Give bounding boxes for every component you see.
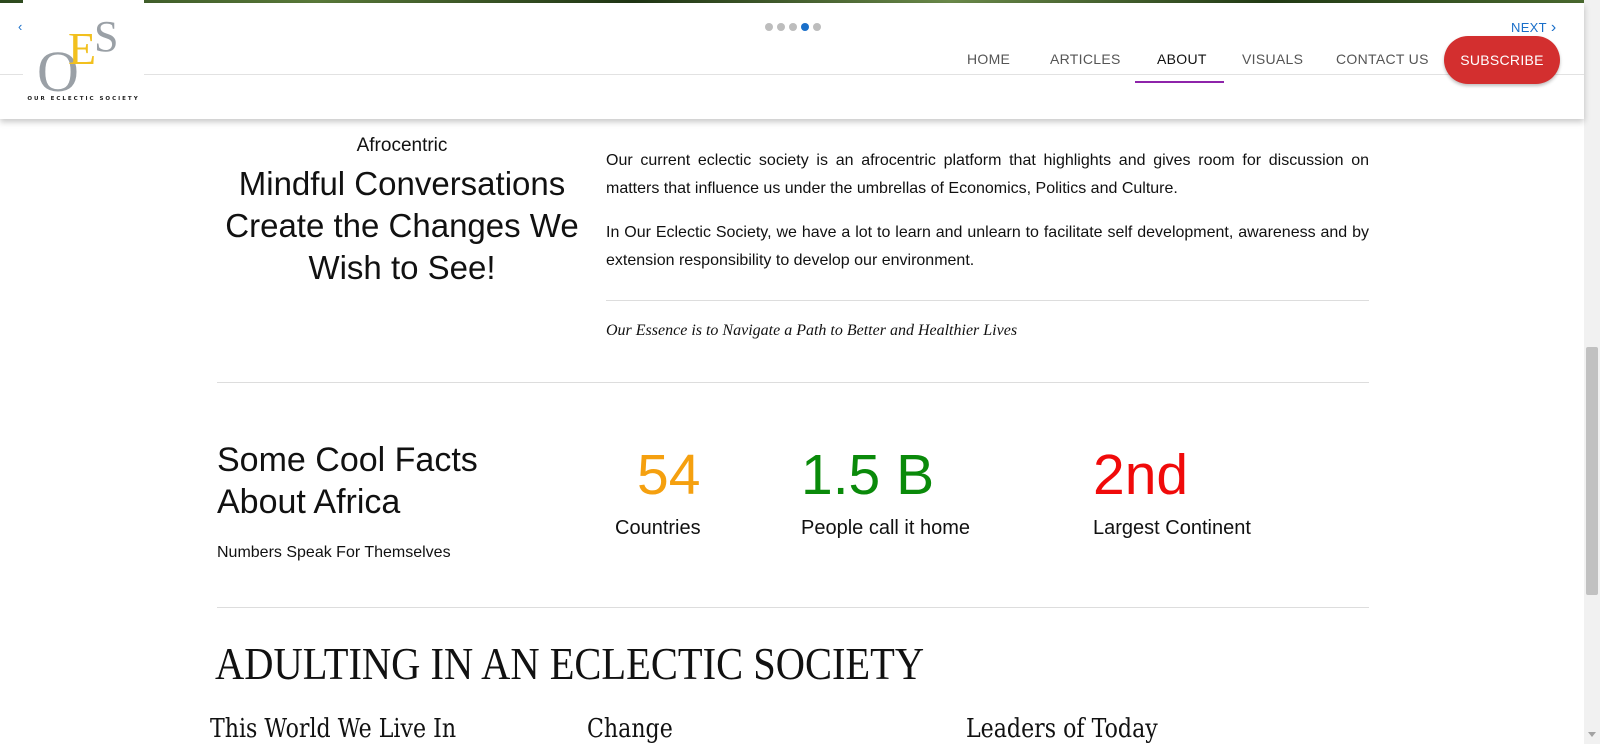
about-divider [606,300,1369,301]
nav-articles[interactable]: ARTICLES [1050,51,1121,67]
stat-value-population: 1.5 B [801,443,935,507]
about-headline: Mindful Conversations Create the Changes… [225,165,579,286]
svg-text:E: E [68,23,96,74]
logo-caption: OUR ECLECTIC SOCIETY [27,96,140,102]
slider-dot[interactable] [765,23,773,31]
about-eyebrow: Afrocentric [356,135,448,156]
nav-about[interactable]: ABOUT [1157,51,1207,67]
nav-contact-us[interactable]: CONTACT US [1336,51,1429,67]
nav-visuals[interactable]: VISUALS [1242,51,1303,67]
next-slide-link[interactable]: NEXT › [1511,19,1557,37]
slider-dot[interactable] [813,23,821,31]
essence-tagline: Our Essence is to Navigate a Path to Bet… [606,322,1018,339]
scrollbar-thumb[interactable] [1586,347,1598,595]
logo-mark-icon: O E S [37,12,118,100]
section-divider [217,607,1369,608]
slider-dot[interactable] [789,23,797,31]
next-label: NEXT [1511,20,1547,35]
chevron-right-icon: › [1550,19,1557,36]
subscribe-button[interactable]: SUBSCRIBE [1444,36,1560,84]
article-link-change[interactable]: Change [587,714,673,744]
stat-label-countries: Countries [615,517,701,539]
page-scrollbar[interactable] [1584,0,1600,744]
article-link-leaders-of-today[interactable]: Leaders of Today [966,714,1158,744]
slider-dot[interactable] [777,23,785,31]
prev-slide-arrow-icon[interactable]: ‹ [18,19,22,34]
stat-label-continent-rank: Largest Continent [1093,517,1251,539]
header-divider [0,74,1584,75]
facts-title: Some Cool Facts About Africa [217,439,497,523]
svg-text:S: S [94,12,118,61]
active-nav-indicator [1135,81,1224,83]
about-paragraph-2: In Our Eclectic Society, we have a lot t… [606,224,1369,269]
section-divider [217,382,1369,383]
slider-dots [765,23,821,31]
adulting-section-title: ADULTING IN AN ECLECTIC SOCIETY [215,638,925,689]
about-paragraph-1: Our current eclectic society is an afroc… [606,152,1369,197]
stat-value-continent-rank: 2nd [1093,443,1189,507]
stat-value-countries: 54 [637,443,701,507]
scroll-down-arrow-icon[interactable] [1588,732,1596,737]
nav-home[interactable]: HOME [967,51,1010,67]
slider-dot-active[interactable] [801,23,809,31]
stat-label-population: People call it home [801,517,970,539]
site-logo[interactable]: O E S OUR ECLECTIC SOCIETY [23,0,144,116]
site-header: ‹ NEXT › O E S OUR ECLECTIC SOCIETY HOME … [0,0,1584,119]
facts-title-text: Some Cool Facts About Africa [217,441,478,521]
facts-subtitle: Numbers Speak For Themselves [217,544,451,561]
article-link-this-world[interactable]: This World We Live In [210,714,456,744]
